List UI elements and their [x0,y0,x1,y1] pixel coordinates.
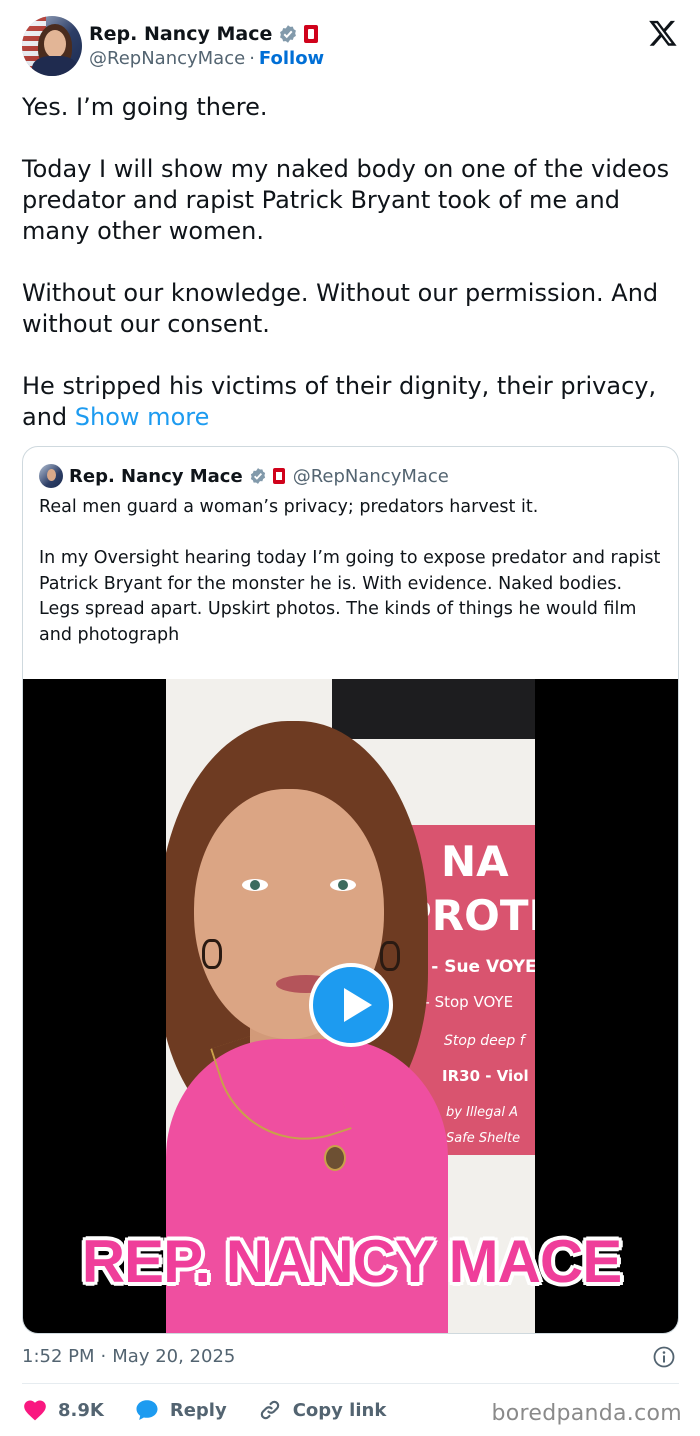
x-logo-icon[interactable] [648,18,678,48]
author-handle[interactable]: @RepNancyMace [89,48,245,69]
reply-label: Reply [169,1399,227,1421]
poster-text: Safe Shelte [446,1131,521,1146]
tweet-date: May 20, 2025 [112,1346,236,1367]
author-display-name[interactable]: Rep. Nancy Mace [89,23,272,45]
reply-button[interactable]: Reply [134,1397,227,1423]
tweet-text: Yes. I’m going there. Today I will show … [22,92,682,433]
poster-text: NA [441,837,509,886]
tweet-time: 1:52 PM [22,1346,95,1367]
quoted-tweet-card[interactable]: Rep. Nancy Mace @RepNancyMace Real men g… [22,446,679,1334]
poster-text: IR30 - Viol [442,1067,529,1085]
poster-text: by Illegal A [446,1105,518,1120]
author-avatar[interactable] [22,16,82,76]
heart-icon [24,1400,46,1421]
quote-display-name: Rep. Nancy Mace [69,465,243,487]
person-eye [330,879,356,891]
quote-handle: @RepNancyMace [292,465,449,487]
person-eye [242,879,268,891]
copy-link-button[interactable]: Copy link [257,1397,387,1423]
quote-paragraph: In my Oversight hearing today I’m going … [39,548,661,645]
person-pendant [324,1145,346,1171]
handle-separator: · [249,48,255,69]
play-icon[interactable] [309,963,393,1047]
like-count: 8.9K [58,1399,104,1421]
author-handle-row: @RepNancyMace · Follow [89,48,324,69]
footer-divider [22,1383,679,1384]
timestamp-separator: · [100,1346,107,1367]
copy-link-label: Copy link [292,1399,387,1421]
show-more-link[interactable]: Show more [75,403,210,431]
person-earring [202,939,222,969]
person-earring [380,941,400,971]
reply-bubble-icon [136,1400,158,1420]
site-watermark: boredpanda.com [491,1401,682,1426]
like-button[interactable]: 8.9K [22,1397,104,1423]
info-icon[interactable] [652,1345,676,1369]
background-panel [332,679,535,739]
poster-text: Stop deep f [444,1033,525,1049]
quote-avatar [39,464,63,488]
follow-button[interactable]: Follow [259,48,324,69]
tweet-paragraph: Without our knowledge. Without our permi… [22,279,659,338]
verified-badge-icon [280,25,297,43]
tweet-actions: 8.9K Reply Copy link [22,1396,416,1424]
government-badge-icon [272,468,285,484]
tweet-paragraph: Yes. I’m going there. [22,93,268,121]
quote-text: Real men guard a woman’s privacy; predat… [39,495,664,648]
author-name-row: Rep. Nancy Mace [89,22,319,46]
avatar-face [44,30,66,58]
link-icon [260,1400,279,1420]
video-player[interactable]: NA PROTE 8027 - Sue VOYE 778 - Stop VOYE… [23,679,678,1333]
quote-paragraph: Real men guard a woman’s privacy; predat… [39,497,539,517]
government-badge-icon [304,25,319,43]
quote-header: Rep. Nancy Mace @RepNancyMace [39,463,449,489]
video-caption: REP. NANCY MACE [81,1228,623,1295]
avatar-body [32,56,78,76]
tweet-paragraph: Today I will show my naked body on one o… [22,155,670,245]
tweet-timestamp[interactable]: 1:52 PM · May 20, 2025 [22,1346,235,1367]
tweet-paragraph-last: He stripped his victims of their dignity… [22,371,682,433]
verified-badge-icon [250,468,265,484]
